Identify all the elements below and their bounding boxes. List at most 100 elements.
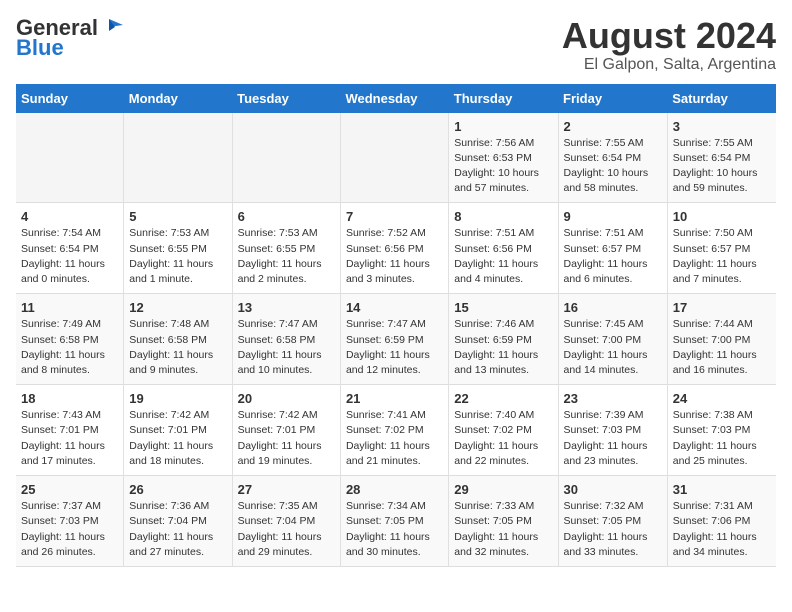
day-info: Sunrise: 7:40 AMSunset: 7:02 PMDaylight:… (454, 408, 552, 469)
calendar-cell: 4Sunrise: 7:54 AMSunset: 6:54 PMDaylight… (16, 203, 124, 294)
day-info: Sunrise: 7:32 AMSunset: 7:05 PMDaylight:… (564, 499, 662, 560)
day-number: 30 (564, 482, 662, 497)
calendar-cell (16, 113, 124, 203)
week-row: 4Sunrise: 7:54 AMSunset: 6:54 PMDaylight… (16, 203, 776, 294)
column-header-wednesday: Wednesday (340, 84, 448, 113)
day-info: Sunrise: 7:37 AMSunset: 7:03 PMDaylight:… (21, 499, 118, 560)
day-number: 25 (21, 482, 118, 497)
day-number: 24 (673, 391, 771, 406)
calendar-cell: 3Sunrise: 7:55 AMSunset: 6:54 PMDaylight… (667, 113, 776, 203)
calendar-cell: 20 Sunrise: 7:42 AMSunset: 7:01 PMDayligh… (232, 385, 340, 476)
day-number: 21 (346, 391, 443, 406)
calendar-cell: 22 Sunrise: 7:40 AMSunset: 7:02 PMDayligh… (449, 385, 558, 476)
calendar-cell: 29 Sunrise: 7:33 AMSunset: 7:05 PMDayligh… (449, 476, 558, 567)
title-area: August 2024 El Galpon, Salta, Argentina (562, 16, 776, 74)
day-number: 19 (129, 391, 226, 406)
day-info: Sunrise: 7:53 AMSunset: 6:55 PMDaylight:… (238, 226, 335, 287)
day-info: Sunrise: 7:39 AMSunset: 7:03 PMDaylight:… (564, 408, 662, 469)
day-info: Sunrise: 7:46 AMSunset: 6:59 PMDaylight:… (454, 317, 552, 378)
day-info: Sunrise: 7:48 AMSunset: 6:58 PMDaylight:… (129, 317, 226, 378)
calendar-title: August 2024 (562, 16, 776, 56)
day-info: Sunrise: 7:51 AMSunset: 6:57 PMDaylight:… (564, 226, 662, 287)
calendar-cell (124, 113, 232, 203)
day-info: Sunrise: 7:53 AMSunset: 6:55 PMDaylight:… (129, 226, 226, 287)
day-number: 1 (454, 119, 552, 134)
day-info: Sunrise: 7:47 AMSunset: 6:59 PMDaylight:… (346, 317, 443, 378)
calendar-cell: 8Sunrise: 7:51 AMSunset: 6:56 PMDaylight… (449, 203, 558, 294)
logo-blue-text: Blue (16, 36, 64, 60)
calendar-cell: 23 Sunrise: 7:39 AMSunset: 7:03 PMDayligh… (558, 385, 667, 476)
day-info: Sunrise: 7:34 AMSunset: 7:05 PMDaylight:… (346, 499, 443, 560)
calendar-cell: 31 Sunrise: 7:31 AMSunset: 7:06 PMDayligh… (667, 476, 776, 567)
day-info: Sunrise: 7:31 AMSunset: 7:06 PMDaylight:… (673, 499, 771, 560)
day-info: Sunrise: 7:35 AMSunset: 7:04 PMDaylight:… (238, 499, 335, 560)
calendar-cell: 27Sunrise: 7:35 AMSunset: 7:04 PMDayligh… (232, 476, 340, 567)
day-number: 20 (238, 391, 335, 406)
calendar-cell: 12 Sunrise: 7:48 AMSunset: 6:58 PMDayligh… (124, 294, 232, 385)
logo-bird-icon (101, 17, 123, 35)
day-number: 14 (346, 300, 443, 315)
calendar-cell: 9 Sunrise: 7:51 AMSunset: 6:57 PMDaylight… (558, 203, 667, 294)
week-row: 18Sunrise: 7:43 AMSunset: 7:01 PMDayligh… (16, 385, 776, 476)
calendar-cell: 1Sunrise: 7:56 AMSunset: 6:53 PMDaylight… (449, 113, 558, 203)
day-info: Sunrise: 7:55 AMSunset: 6:54 PMDaylight:… (564, 136, 662, 197)
header: General Blue August 2024 El Galpon, Salt… (16, 16, 776, 74)
calendar-cell: 24 Sunrise: 7:38 AMSunset: 7:03 PMDayligh… (667, 385, 776, 476)
calendar-cell: 17Sunrise: 7:44 AMSunset: 7:00 PMDayligh… (667, 294, 776, 385)
day-info: Sunrise: 7:55 AMSunset: 6:54 PMDaylight:… (673, 136, 771, 197)
calendar-cell: 11 Sunrise: 7:49 AMSunset: 6:58 PMDayligh… (16, 294, 124, 385)
day-number: 13 (238, 300, 335, 315)
column-header-friday: Friday (558, 84, 667, 113)
day-info: Sunrise: 7:50 AMSunset: 6:57 PMDaylight:… (673, 226, 771, 287)
calendar-cell: 14 Sunrise: 7:47 AMSunset: 6:59 PMDayligh… (340, 294, 448, 385)
calendar-cell: 7 Sunrise: 7:52 AMSunset: 6:56 PMDaylight… (340, 203, 448, 294)
logo: General Blue (16, 16, 123, 60)
calendar-cell: 10 Sunrise: 7:50 AMSunset: 6:57 PMDayligh… (667, 203, 776, 294)
day-number: 6 (238, 209, 335, 224)
week-row: 25 Sunrise: 7:37 AMSunset: 7:03 PMDayligh… (16, 476, 776, 567)
day-number: 10 (673, 209, 771, 224)
day-number: 26 (129, 482, 226, 497)
calendar-cell (340, 113, 448, 203)
calendar-cell: 13 Sunrise: 7:47 AMSunset: 6:58 PMDayligh… (232, 294, 340, 385)
calendar-cell: 28Sunrise: 7:34 AMSunset: 7:05 PMDayligh… (340, 476, 448, 567)
calendar-cell: 15 Sunrise: 7:46 AMSunset: 6:59 PMDayligh… (449, 294, 558, 385)
day-info: Sunrise: 7:54 AMSunset: 6:54 PMDaylight:… (21, 226, 118, 287)
calendar-cell (232, 113, 340, 203)
calendar-header-row: SundayMondayTuesdayWednesdayThursdayFrid… (16, 84, 776, 113)
calendar-cell: 18Sunrise: 7:43 AMSunset: 7:01 PMDayligh… (16, 385, 124, 476)
day-info: Sunrise: 7:41 AMSunset: 7:02 PMDaylight:… (346, 408, 443, 469)
column-header-tuesday: Tuesday (232, 84, 340, 113)
day-number: 17 (673, 300, 771, 315)
day-info: Sunrise: 7:42 AMSunset: 7:01 PMDaylight:… (238, 408, 335, 469)
calendar-cell: 25 Sunrise: 7:37 AMSunset: 7:03 PMDayligh… (16, 476, 124, 567)
day-number: 9 (564, 209, 662, 224)
day-number: 7 (346, 209, 443, 224)
calendar-cell: 5 Sunrise: 7:53 AMSunset: 6:55 PMDaylight… (124, 203, 232, 294)
day-info: Sunrise: 7:49 AMSunset: 6:58 PMDaylight:… (21, 317, 118, 378)
calendar-cell: 16Sunrise: 7:45 AMSunset: 7:00 PMDayligh… (558, 294, 667, 385)
column-header-monday: Monday (124, 84, 232, 113)
calendar-cell: 19Sunrise: 7:42 AMSunset: 7:01 PMDayligh… (124, 385, 232, 476)
day-number: 5 (129, 209, 226, 224)
day-number: 16 (564, 300, 662, 315)
calendar-cell: 21 Sunrise: 7:41 AMSunset: 7:02 PMDayligh… (340, 385, 448, 476)
day-info: Sunrise: 7:36 AMSunset: 7:04 PMDaylight:… (129, 499, 226, 560)
week-row: 11 Sunrise: 7:49 AMSunset: 6:58 PMDayligh… (16, 294, 776, 385)
day-info: Sunrise: 7:38 AMSunset: 7:03 PMDaylight:… (673, 408, 771, 469)
day-info: Sunrise: 7:33 AMSunset: 7:05 PMDaylight:… (454, 499, 552, 560)
day-number: 31 (673, 482, 771, 497)
day-number: 22 (454, 391, 552, 406)
day-number: 11 (21, 300, 118, 315)
day-number: 18 (21, 391, 118, 406)
calendar-cell: 30 Sunrise: 7:32 AMSunset: 7:05 PMDayligh… (558, 476, 667, 567)
column-header-saturday: Saturday (667, 84, 776, 113)
day-info: Sunrise: 7:52 AMSunset: 6:56 PMDaylight:… (346, 226, 443, 287)
calendar-subtitle: El Galpon, Salta, Argentina (562, 56, 776, 74)
day-info: Sunrise: 7:47 AMSunset: 6:58 PMDaylight:… (238, 317, 335, 378)
day-number: 23 (564, 391, 662, 406)
day-number: 15 (454, 300, 552, 315)
calendar-table: SundayMondayTuesdayWednesdayThursdayFrid… (16, 84, 776, 567)
day-number: 12 (129, 300, 226, 315)
day-number: 29 (454, 482, 552, 497)
